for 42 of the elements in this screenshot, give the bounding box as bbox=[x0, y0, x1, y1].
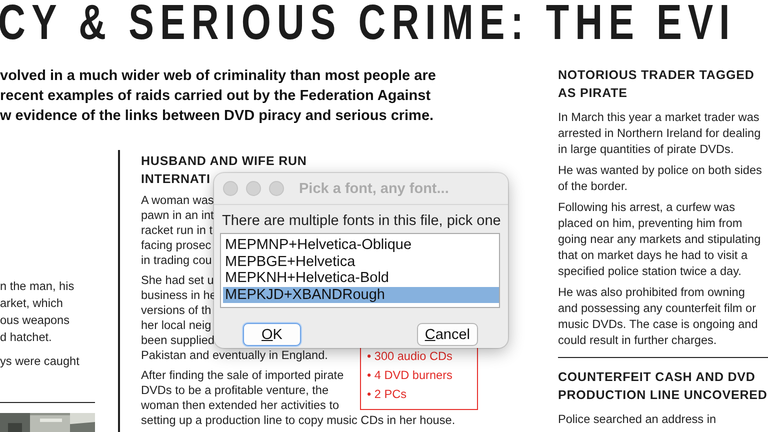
text-line: been supplied bbox=[141, 333, 214, 348]
article-paragraph: He was also prohibited from owning and possessing any counterfeit film or music DVDs. The case is ongoing and could result in further charges. bbox=[558, 284, 758, 348]
text-line: facing prosec bbox=[141, 238, 212, 253]
fact-item: • 4 DVD burners bbox=[367, 367, 454, 384]
text-line: in trading cou bbox=[141, 253, 212, 268]
font-list-item[interactable]: MEPKNH+Helvetica-Bold bbox=[223, 270, 499, 286]
fact-item: • 300 audio CDs bbox=[367, 348, 454, 365]
intro-paragraph: volved in a much wider web of criminality than most people are recent examples of raids carried out by the Federation Against w evidence of the links between DVD piracy and serious crime. bbox=[0, 67, 436, 126]
article-paragraph: ys were caught bbox=[0, 353, 80, 370]
article-paragraph: n the man, his arket, which ous weapons d hatchet. bbox=[0, 278, 74, 346]
article-paragraph: In March this year a market trader was arrested in Northern Ireland for dealing in large quantities of pirate DVDs. bbox=[558, 109, 761, 157]
close-button[interactable] bbox=[223, 181, 238, 196]
minimize-button[interactable] bbox=[246, 181, 261, 196]
headline: CY & SERIOUS CRIME: THE EVI bbox=[0, 0, 736, 52]
heading-line: INTERNATI bbox=[141, 171, 210, 188]
text-line: A woman was bbox=[141, 193, 214, 208]
article-paragraph: Police searched an address in bbox=[558, 411, 716, 427]
dialog-title: Pick a font, any font... bbox=[299, 180, 449, 196]
font-list-item[interactable]: MEPBGE+Helvetica bbox=[223, 254, 499, 270]
text-line: pawn in an int bbox=[141, 208, 214, 223]
fact-item: • 2 PCs bbox=[367, 386, 408, 403]
article-paragraph: Following his arrest, a curfew was placed on him, preventing him from going near any markets and stipulating that on market days he had to visit a specified police station twice a day. bbox=[558, 199, 761, 279]
text-line: After finding the sale of imported pirate bbox=[141, 368, 344, 383]
dialog-message: There are multiple fonts in this file, pick one bbox=[222, 213, 502, 229]
text-line: versions of th bbox=[141, 303, 212, 318]
text-line: her local neig bbox=[141, 318, 212, 333]
article-heading: COUNTERFEIT CASH AND DVD PRODUCTION LINE UNCOVERED bbox=[558, 369, 768, 404]
font-list[interactable]: MEPMNP+Helvetica-Oblique MEPBGE+Helvetica MEPKNH+Helvetica-Bold MEPKJD+XBANDRough bbox=[220, 233, 500, 308]
heading-line: HUSBAND AND WIFE RUN bbox=[141, 153, 307, 170]
article-heading: NOTORIOUS TRADER TAGGED AS PIRATE bbox=[558, 67, 754, 102]
text-line: setting up a production line to copy music CDs in her house. bbox=[141, 413, 456, 428]
cancel-button[interactable]: Cancel bbox=[416, 323, 478, 346]
ok-button[interactable]: OK bbox=[243, 323, 301, 346]
article-paragraph: He was wanted by police on both sides of the border. bbox=[558, 162, 762, 194]
font-list-item[interactable]: MEPMNP+Helvetica-Oblique bbox=[223, 237, 499, 254]
text-line: Pakistan and eventually in England. bbox=[141, 348, 328, 363]
text-line: She had set u bbox=[141, 273, 214, 288]
zoom-button[interactable] bbox=[269, 181, 284, 196]
text-line: DVDs to be a profitable venture, the bbox=[141, 383, 329, 398]
font-list-item[interactable]: MEPKJD+XBANDRough bbox=[223, 286, 499, 303]
text-line: racket run in t bbox=[141, 223, 212, 238]
text-line: woman then extended her activities to bbox=[141, 398, 340, 413]
